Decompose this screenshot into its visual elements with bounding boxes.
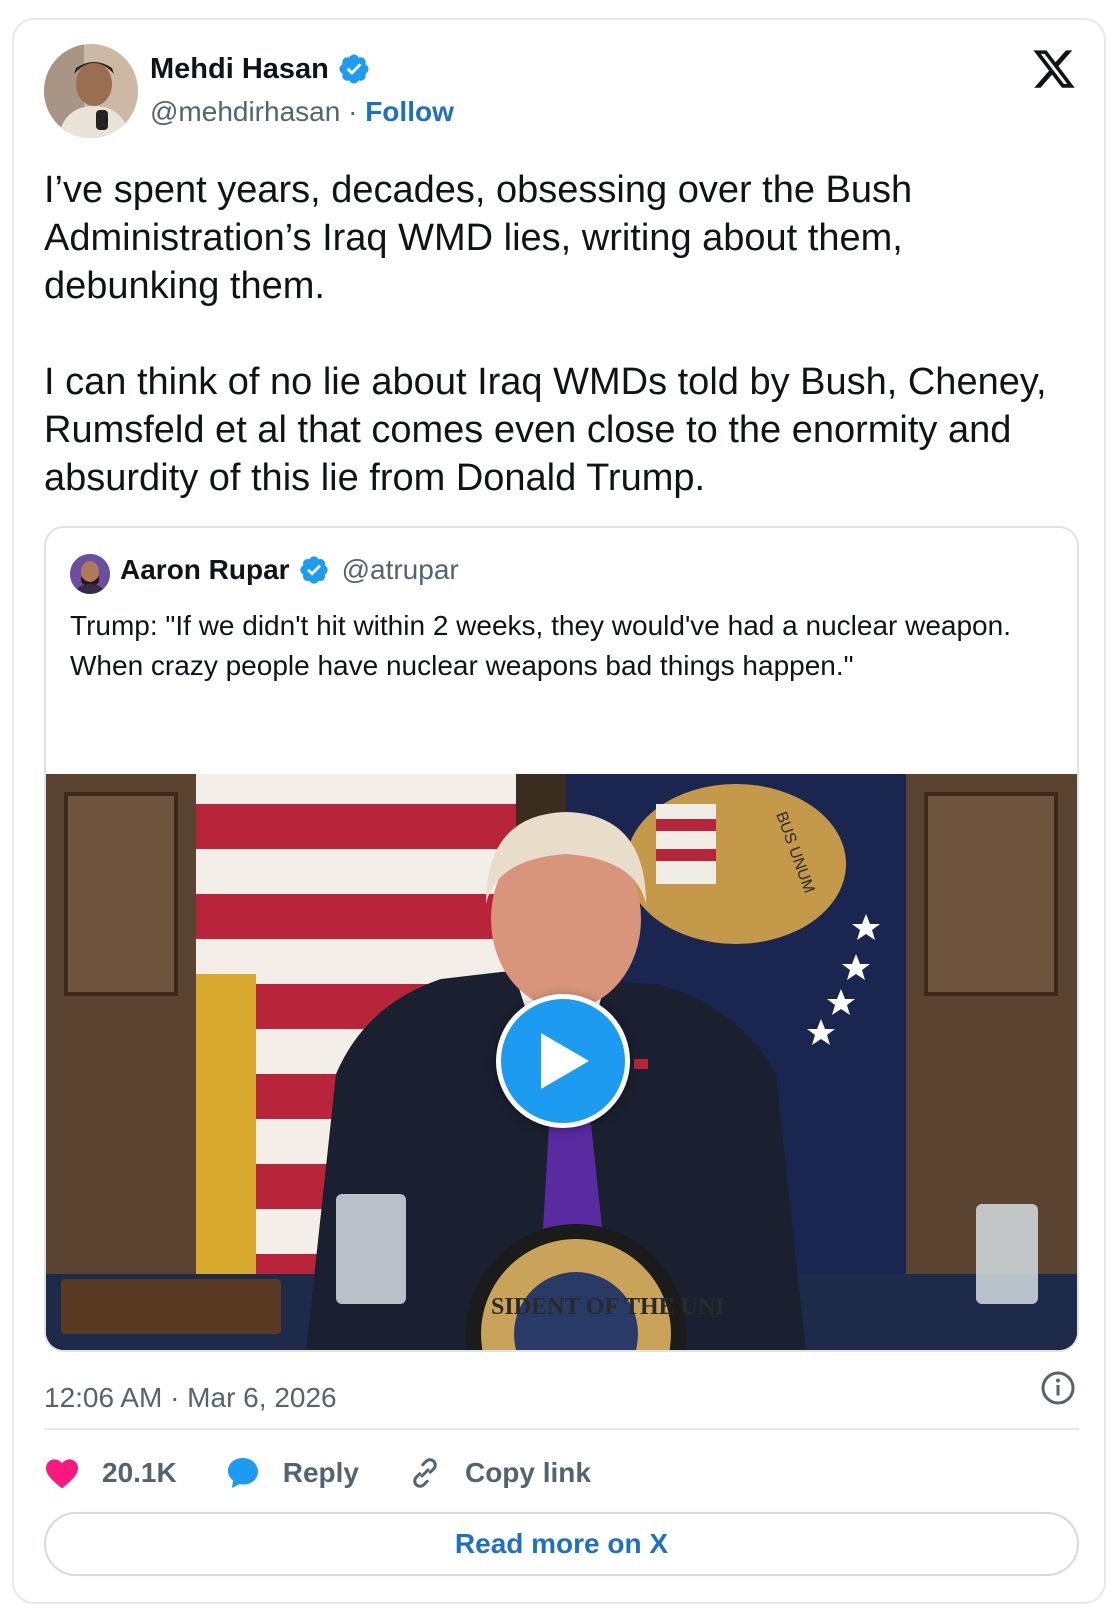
copy-link-label: Copy link [464, 1457, 591, 1488]
video-player[interactable]: BUS UNUM SIDENT OF THE UNI [46, 774, 1077, 1350]
author-name-row: Mehdi Hasan [150, 52, 371, 86]
like-button[interactable]: 20.1K [44, 1457, 177, 1489]
quoted-tweet-text: Trump: "If we didn't hit within 2 weeks,… [70, 610, 1011, 681]
play-icon [541, 1033, 589, 1089]
reply-label: Reply [282, 1457, 359, 1488]
heart-icon [46, 1459, 78, 1489]
verified-badge-icon [299, 556, 328, 584]
play-button[interactable] [496, 994, 630, 1128]
tweet-paragraph: I can think of no lie about Iraq WMDs to… [44, 361, 1047, 499]
author-handle[interactable]: @mehdirhasan [150, 96, 340, 127]
info-icon[interactable] [1040, 1370, 1076, 1406]
quoted-tweet[interactable]: Aaron Rupar @atrupar Trump: "If we didn'… [44, 526, 1079, 1352]
quoted-author-name[interactable]: Aaron Rupar [120, 554, 290, 586]
author-avatar[interactable] [44, 44, 138, 138]
author-name[interactable]: Mehdi Hasan [150, 53, 329, 86]
reply-button[interactable]: Reply [225, 1455, 359, 1491]
quoted-name-row: Aaron Rupar @atrupar [120, 554, 459, 586]
actions-divider [44, 1428, 1079, 1430]
tweet-paragraph: I’ve spent years, decades, obsessing ove… [44, 169, 913, 307]
author-handle-row: @mehdirhasan · Follow [150, 96, 454, 128]
copy-link-button[interactable]: Copy link [407, 1455, 591, 1491]
reply-bubble-icon [227, 1458, 258, 1488]
seal-text: SIDENT OF THE UNI [491, 1294, 725, 1320]
read-more-button[interactable]: Read more on X [44, 1512, 1079, 1576]
quoted-author-handle[interactable]: @atrupar [342, 554, 459, 586]
tweet-timestamp[interactable]: 12:06 AM · Mar 6, 2026 [44, 1382, 337, 1414]
like-count: 20.1K [102, 1457, 177, 1488]
quoted-author-avatar[interactable] [70, 554, 110, 594]
link-icon [413, 1458, 437, 1488]
tweet-text: I’ve spent years, decades, obsessing ove… [44, 166, 1084, 502]
verified-badge-icon [339, 54, 369, 84]
x-logo-icon[interactable] [1030, 46, 1078, 92]
follow-link[interactable]: Follow [365, 96, 454, 127]
tweet-actions: 20.1K Reply Copy link [44, 1448, 639, 1498]
handle-separator: · [340, 96, 366, 127]
